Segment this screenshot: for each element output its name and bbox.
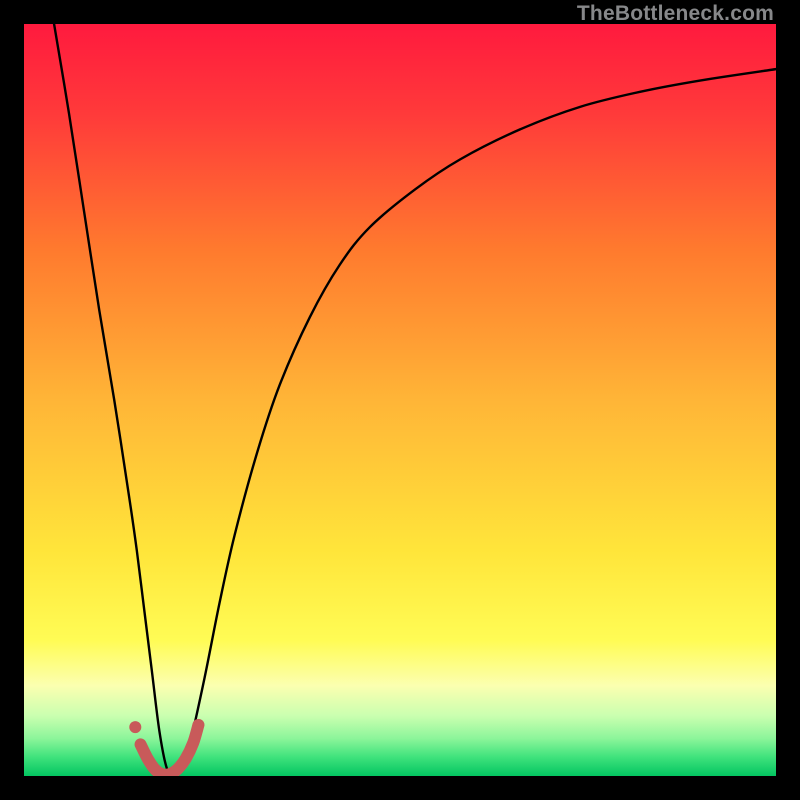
highlight-dot bbox=[129, 721, 141, 733]
watermark-text: TheBottleneck.com bbox=[577, 2, 774, 26]
chart-svg bbox=[24, 24, 776, 776]
main-curve bbox=[54, 24, 776, 776]
outer-frame: TheBottleneck.com bbox=[0, 0, 800, 800]
highlight-segment bbox=[141, 725, 199, 775]
plot-area bbox=[24, 24, 776, 776]
